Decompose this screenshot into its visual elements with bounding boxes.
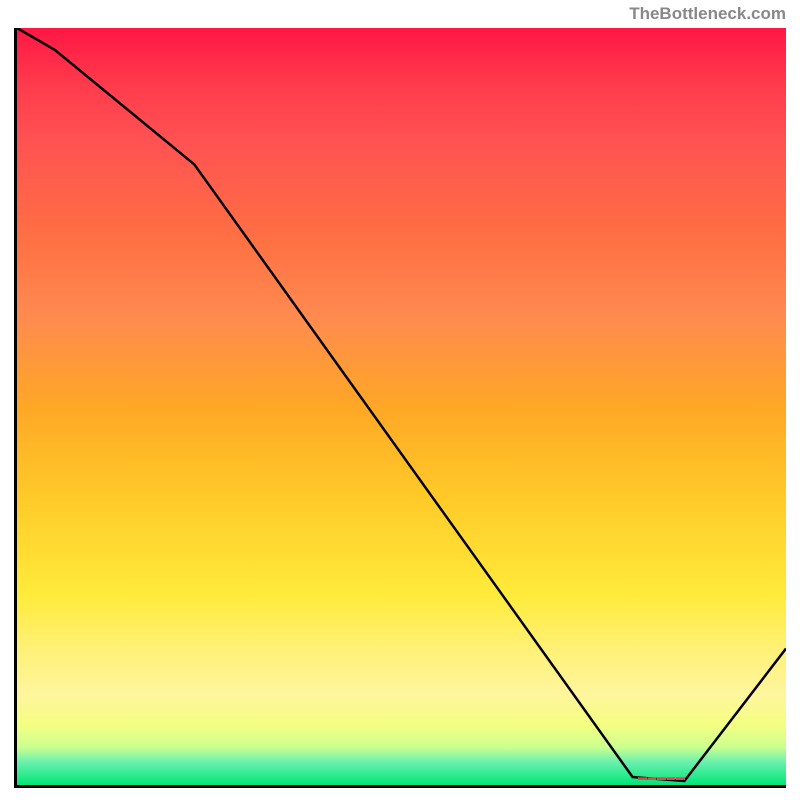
chart-line [17, 28, 786, 781]
chart-marker: ▬▬▬▬▬ [638, 772, 686, 782]
watermark-text: TheBottleneck.com [629, 4, 786, 24]
chart-container: ▬▬▬▬▬ [14, 28, 786, 796]
plot-area: ▬▬▬▬▬ [14, 28, 786, 788]
line-chart-svg [17, 28, 786, 785]
